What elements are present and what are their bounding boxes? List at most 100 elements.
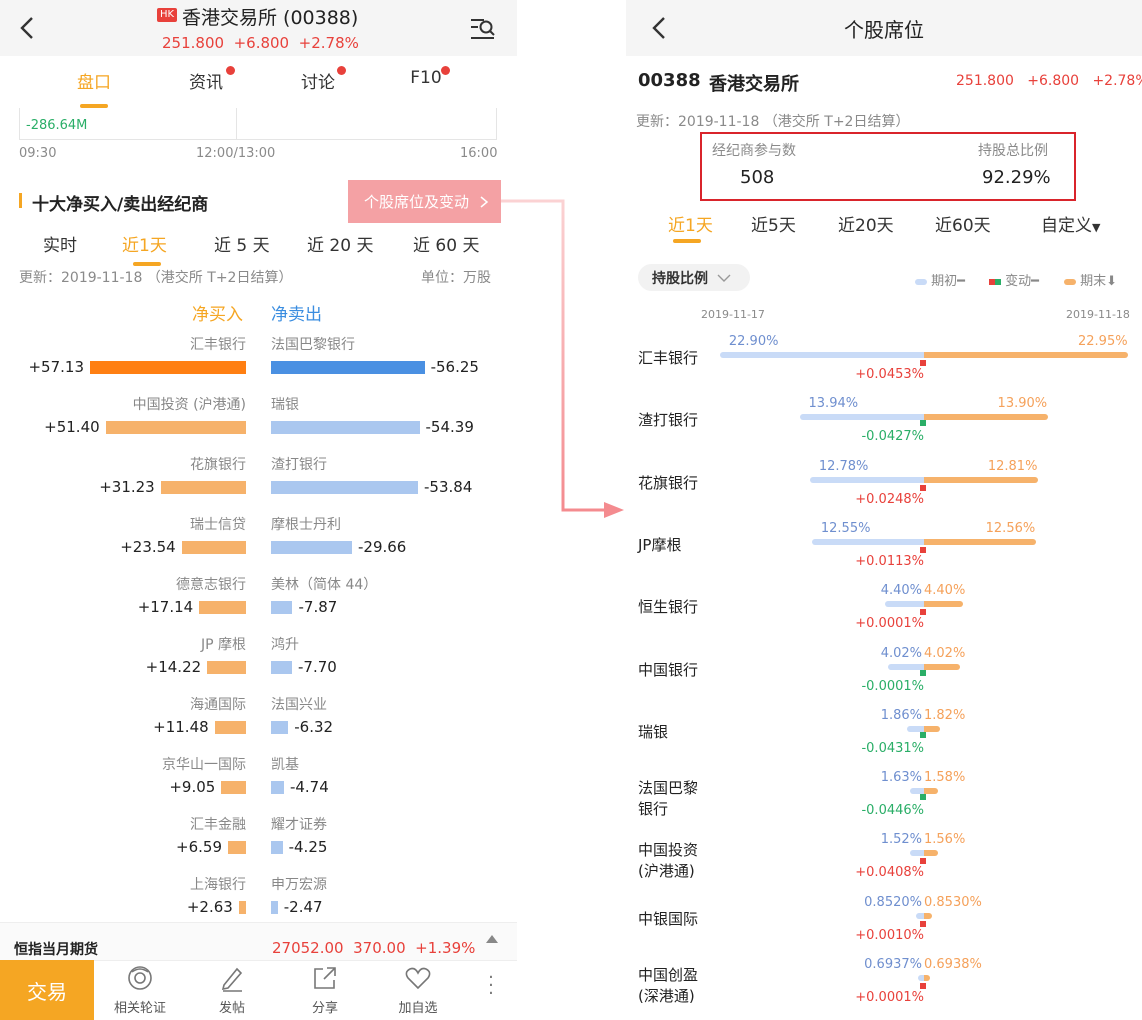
- period-tab-1d[interactable]: 近1天: [122, 231, 167, 256]
- holding-row[interactable]: 瑞银 1.86% 1.82% -0.0431%: [626, 708, 1142, 770]
- unit-text: 单位：万股: [421, 270, 491, 286]
- period-tab-5d[interactable]: 近 5 天: [214, 231, 270, 256]
- holding-row[interactable]: 恒生银行 4.40% 4.40% +0.0001%: [626, 583, 1142, 645]
- broker-row[interactable]: 花旗银行 +31.23 渣打银行 -53.84: [0, 454, 517, 512]
- broker-count: 508: [740, 167, 775, 188]
- holder-name-line: 中银国际: [638, 909, 699, 928]
- holding-row[interactable]: 汇丰银行 22.90% 22.95% +0.0453%: [626, 334, 1142, 396]
- holding-row[interactable]: 花旗银行 12.78% 12.81% +0.0248%: [626, 459, 1142, 521]
- sell-value-label: -7.70: [298, 658, 337, 676]
- more-icon[interactable]: · · ·: [480, 969, 502, 1004]
- end-value-label: 1.56%: [924, 832, 966, 848]
- header-quote: 251.800 +6.800 +2.78%: [162, 34, 359, 52]
- share-button[interactable]: 分享: [287, 964, 363, 1016]
- bottom-label: 相关轮证: [113, 1001, 166, 1016]
- ratio-value: 92.29%: [982, 167, 1051, 188]
- sell-bar: [271, 481, 419, 494]
- collapse-arrow-icon[interactable]: [486, 935, 498, 943]
- period-tab-realtime[interactable]: 实时: [43, 231, 77, 256]
- header-change-pct: +2.78%: [298, 34, 359, 52]
- broker-row[interactable]: 京华山一国际 +9.05 凯基 -4.74: [0, 754, 517, 812]
- r-period-tab-1d[interactable]: 近1天: [668, 211, 713, 236]
- legend-start: 期初━: [915, 270, 965, 289]
- end-bar: [924, 476, 1038, 483]
- holder-name-line: 中国银行: [638, 660, 699, 679]
- change-value-label: +0.0113%: [855, 553, 924, 569]
- end-bar: [924, 975, 931, 981]
- post-button[interactable]: 发帖: [194, 964, 270, 1016]
- legend-end: 期末⬇: [1064, 270, 1117, 289]
- holding-row[interactable]: 中国银行 4.02% 4.02% -0.0001%: [626, 646, 1142, 708]
- start-bar: [884, 601, 924, 608]
- end-bar: [924, 601, 964, 608]
- end-value-label: 4.02%: [924, 645, 966, 661]
- futures-bar[interactable]: 恒指当月期货 27052.00 370.00 +1.39%: [0, 922, 517, 960]
- add-watchlist-button[interactable]: 加自选: [380, 964, 456, 1016]
- broker-row[interactable]: 海通国际 +11.48 法国兴业 -6.32: [0, 694, 517, 752]
- sell-value-label: -56.25: [430, 358, 479, 376]
- right-change: +6.800: [1027, 73, 1080, 89]
- seat-change-button[interactable]: 个股席位及变动: [348, 180, 501, 223]
- period-tab-60d[interactable]: 近 60 天: [413, 231, 479, 256]
- ratio-label: 持股总比例: [978, 143, 1048, 159]
- trade-button[interactable]: 交易: [0, 960, 94, 1020]
- holder-name-line: (深港通): [638, 987, 695, 1005]
- sell-value-label: -6.32: [294, 718, 334, 736]
- holding-row[interactable]: 中国创盈 (深港通) 0.6937% 0.6938% +0.0001%: [626, 957, 1142, 1019]
- r-period-tab-20d[interactable]: 近20天: [838, 211, 894, 236]
- broker-row[interactable]: 德意志银行 +17.14 美林（简体 44） -7.87: [0, 574, 517, 632]
- holder-name: 汇丰银行: [638, 348, 698, 369]
- sell-value-label: -53.84: [424, 478, 473, 496]
- chevron-down-icon: [717, 274, 731, 282]
- back-icon[interactable]: [14, 12, 42, 44]
- buy-value-label: +11.48: [153, 718, 209, 736]
- period-tab-20d[interactable]: 近 20 天: [307, 231, 373, 256]
- sell-bar: [271, 541, 352, 554]
- metric-dropdown[interactable]: 持股比例: [638, 264, 750, 291]
- change-marker: [920, 546, 926, 553]
- stock-name: 香港交易所: [709, 74, 799, 95]
- change-value-label: -0.0001%: [861, 678, 924, 694]
- buy-bar: [90, 361, 246, 374]
- r-period-tab-60d[interactable]: 近60天: [935, 211, 991, 236]
- start-value-label: 22.90%: [728, 334, 779, 349]
- legend-swatch: [989, 278, 1001, 285]
- r-period-tab-5d[interactable]: 近5天: [751, 211, 796, 236]
- end-bar: [924, 725, 941, 732]
- connector-arrow: [501, 199, 624, 518]
- related-warrants-button[interactable]: 相关轮证: [102, 964, 178, 1016]
- tab-pankou[interactable]: 盘口: [60, 68, 128, 93]
- broker-row[interactable]: 中国投资 (沪港通) +51.40 瑞银 -54.39: [0, 394, 517, 452]
- holding-row[interactable]: 中银国际 0.8520% 0.8530% +0.0010%: [626, 895, 1142, 957]
- holding-row[interactable]: 渣打银行 13.94% 13.90% -0.0427%: [626, 396, 1142, 458]
- holding-row[interactable]: 法国巴黎 银行 1.63% 1.58% -0.0446%: [626, 770, 1142, 832]
- holding-row[interactable]: 中国投资 (沪港通) 1.52% 1.56% +0.0408%: [626, 832, 1142, 894]
- share-icon: [314, 967, 336, 989]
- futures-change: 370.00: [353, 939, 406, 957]
- buy-broker-name: 汇丰金融: [190, 817, 246, 833]
- r-period-tab-custom[interactable]: 自定义▼: [1041, 211, 1100, 236]
- broker-row[interactable]: 汇丰银行 +57.13 法国巴黎银行 -56.25: [0, 334, 517, 392]
- broker-row[interactable]: 瑞士信贷 +23.54 摩根士丹利 -29.66: [0, 514, 517, 572]
- bottom-label: 分享: [311, 1001, 338, 1016]
- holder-name-line: 瑞银: [638, 722, 669, 741]
- buy-broker-name: 花旗银行: [190, 457, 246, 473]
- dropdown-label: 持股比例: [652, 270, 708, 287]
- buy-bar: [221, 781, 246, 794]
- holding-row[interactable]: JP摩根 12.55% 12.56% +0.0113%: [626, 521, 1142, 583]
- holder-name-line: 中国创盈: [638, 966, 699, 984]
- holder-name-line: 汇丰银行: [638, 349, 699, 367]
- sell-broker-name: 法国兴业: [271, 697, 327, 713]
- end-value-label: 22.95%: [1078, 334, 1128, 349]
- end-value-label: 1.82%: [924, 707, 966, 723]
- tab-label: 讨论: [301, 73, 335, 93]
- broker-row[interactable]: 汇丰金融 +6.59 耀才证券 -4.25: [0, 814, 517, 872]
- start-bar: [800, 414, 924, 421]
- buy-bar: [160, 481, 246, 494]
- bottom-label: 发帖: [218, 1001, 245, 1016]
- change-marker: [920, 420, 926, 427]
- search-icon[interactable]: [468, 14, 498, 44]
- buy-broker-name: 上海银行: [190, 877, 246, 893]
- broker-row[interactable]: JP 摩根 +14.22 鸿升 -7.70: [0, 634, 517, 692]
- change-marker: [920, 360, 926, 366]
